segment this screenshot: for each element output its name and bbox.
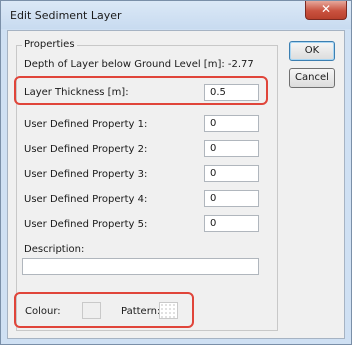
ok-button[interactable]: OK	[289, 41, 335, 61]
user-property-3-input[interactable]: 0	[204, 165, 259, 182]
pattern-label: Pattern:	[121, 306, 161, 317]
user-property-3-label: User Defined Property 3:	[24, 169, 148, 180]
colour-label: Colour:	[25, 306, 61, 317]
user-property-2-label: User Defined Property 2:	[24, 144, 148, 155]
properties-group-title: Properties	[22, 39, 77, 50]
user-property-5-input[interactable]: 0	[204, 215, 259, 232]
user-property-4-label: User Defined Property 4:	[24, 194, 148, 205]
depth-label: Depth of Layer below Ground Level [m]: -…	[24, 59, 254, 70]
cancel-button[interactable]: Cancel	[289, 68, 335, 88]
dialog-window: Edit Sediment Layer ✕ Properties Depth o…	[0, 0, 352, 345]
window-title: Edit Sediment Layer	[10, 9, 122, 22]
description-label: Description:	[24, 244, 85, 255]
user-property-2-input[interactable]: 0	[204, 140, 259, 157]
layer-thickness-label: Layer Thickness [m]:	[24, 87, 129, 98]
pattern-swatch[interactable]	[159, 302, 178, 319]
user-property-4-input[interactable]: 0	[204, 190, 259, 207]
close-icon: ✕	[320, 2, 332, 16]
dialog-client-area: Properties Depth of Layer below Ground L…	[7, 30, 345, 339]
description-input[interactable]	[22, 258, 259, 275]
user-property-1-label: User Defined Property 1:	[24, 119, 148, 130]
colour-swatch[interactable]	[82, 302, 101, 319]
layer-thickness-input[interactable]: 0.5	[204, 84, 259, 101]
user-property-1-input[interactable]: 0	[204, 115, 259, 132]
close-button[interactable]: ✕	[305, 1, 347, 20]
user-property-5-label: User Defined Property 5:	[24, 219, 148, 230]
title-bar[interactable]: Edit Sediment Layer ✕	[1, 1, 351, 29]
